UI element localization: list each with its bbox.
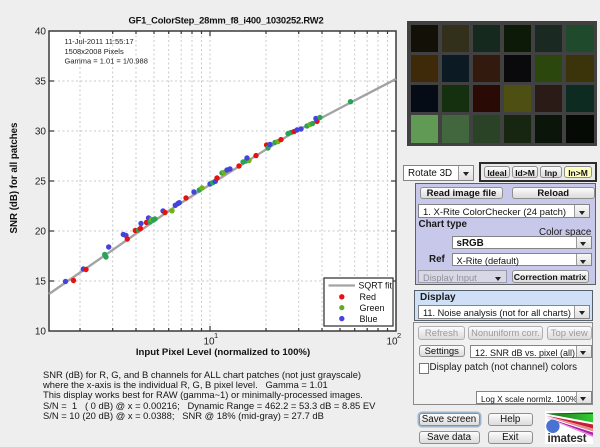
svg-text:10: 10 (35, 327, 47, 338)
svg-text:35: 35 (35, 77, 47, 88)
svg-text:Green: Green (360, 303, 385, 313)
svg-text:40: 40 (35, 27, 47, 38)
svg-text:20: 20 (35, 227, 47, 238)
svg-text:GF1_ColorStep_28mm_f8_i400_103: GF1_ColorStep_28mm_f8_i400_1030252.RW2 (129, 15, 324, 26)
svg-text:SQRT fit: SQRT fit (359, 281, 393, 291)
svg-text:11-Jul-2011 11:55:17: 11-Jul-2011 11:55:17 (65, 37, 134, 46)
svg-text:2: 2 (397, 331, 401, 340)
svg-text:25: 25 (35, 177, 47, 188)
svg-text:SNR (dB) for all patches: SNR (dB) for all patches (9, 123, 20, 234)
svg-text:30: 30 (35, 127, 47, 138)
svg-text:imatest: imatest (547, 433, 586, 444)
svg-text:Gamma = 1.01 = 1/0.988: Gamma = 1.01 = 1/0.988 (65, 56, 148, 65)
svg-text:15: 15 (35, 277, 47, 288)
svg-text:Red: Red (360, 292, 377, 302)
svg-text:Blue: Blue (360, 314, 378, 324)
svg-text:1: 1 (214, 331, 218, 340)
svg-text:Input Pixel Level (normalized: Input Pixel Level (normalized to 100%) (136, 347, 310, 358)
svg-text:1508x2008 Pixels: 1508x2008 Pixels (65, 47, 124, 56)
